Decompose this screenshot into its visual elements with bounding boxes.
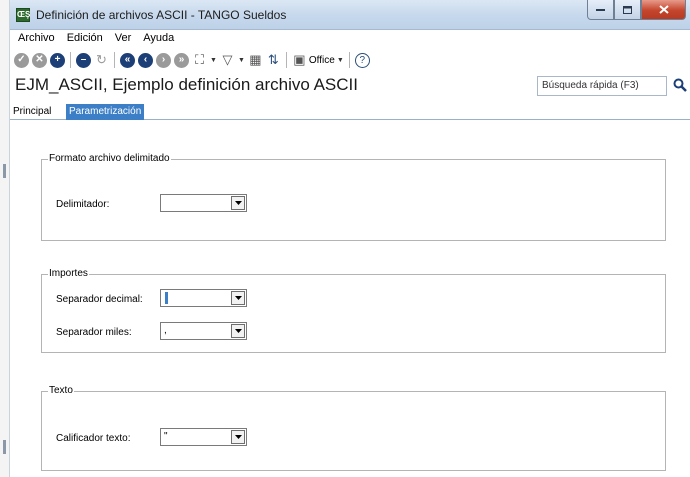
app-logo-icon: ŒŞ: [16, 8, 30, 22]
group-formato-delimitado: Formato archivo delimitado Delimitador:: [41, 153, 666, 241]
calificador-texto-select[interactable]: ": [160, 428, 247, 446]
separador-miles-label: Separador miles:: [56, 327, 132, 338]
remove-icon[interactable]: –: [76, 52, 91, 68]
search-icon[interactable]: [673, 78, 687, 92]
first-icon[interactable]: «: [120, 52, 135, 68]
filter-icon[interactable]: ▽: [220, 52, 235, 68]
menu-bar: Archivo Edición Ver Ayuda: [10, 32, 174, 48]
calificador-texto-label: Calificador texto:: [56, 433, 131, 444]
text-caret: [165, 292, 168, 304]
close-icon: [658, 5, 669, 14]
background-window-edge: [0, 0, 10, 477]
help-icon[interactable]: ?: [354, 52, 370, 68]
check-icon[interactable]: ✓: [14, 52, 29, 68]
next-icon[interactable]: ›: [156, 52, 171, 68]
delimitador-select[interactable]: [160, 194, 247, 212]
grid-icon[interactable]: ▦: [248, 52, 263, 68]
group-title: Formato archivo delimitado: [48, 153, 171, 164]
office-label: Office: [308, 54, 335, 66]
quick-search-input[interactable]: Búsqueda rápida (F3): [537, 76, 667, 96]
group-importes: Importes Separador decimal: Separador mi…: [41, 268, 666, 353]
chevron-down-icon[interactable]: [231, 324, 245, 338]
window-controls: [587, 0, 686, 20]
page-title: EJM_ASCII, Ejemplo definición archivo AS…: [15, 75, 358, 94]
toolbar-separator: [70, 52, 71, 68]
menu-archivo[interactable]: Archivo: [18, 32, 55, 48]
close-button[interactable]: [641, 0, 686, 20]
add-icon[interactable]: +: [50, 52, 65, 68]
tab-parametrizacion[interactable]: Parametrización: [66, 104, 145, 120]
minimize-icon: [596, 9, 605, 11]
minimize-button[interactable]: [587, 0, 614, 20]
refresh-icon[interactable]: ↻: [94, 52, 109, 68]
form-content: Formato archivo delimitado Delimitador: …: [10, 121, 690, 477]
separador-miles-select[interactable]: ,: [160, 322, 247, 340]
window-title: Definición de archivos ASCII - TANGO Sue…: [36, 8, 287, 22]
last-icon[interactable]: »: [174, 52, 189, 68]
edge-marker: [3, 440, 6, 454]
separador-decimal-label: Separador decimal:: [56, 294, 143, 305]
edge-marker: [3, 164, 6, 178]
app-window: ŒŞ Definición de archivos ASCII - TANGO …: [10, 0, 690, 477]
chevron-down-icon[interactable]: [231, 430, 245, 444]
group-title: Importes: [48, 268, 89, 279]
toolbar-separator: [114, 52, 115, 68]
tab-bar: Principal Parametrización: [10, 104, 690, 120]
chevron-down-icon[interactable]: ▼: [238, 57, 245, 64]
maximize-icon: [623, 5, 632, 14]
chevron-down-icon: ▼: [336, 56, 344, 64]
toolbar: ✓ ✕ + – ↻ « ‹ › » ⛶ ▼ ▽ ▼ ▦ ⇅ ▣ Office ▼…: [14, 50, 370, 70]
separador-miles-value: ,: [164, 325, 167, 336]
calificador-texto-value: ": [164, 431, 168, 442]
maximize-button[interactable]: [614, 0, 641, 20]
sort-icon[interactable]: ⇅: [266, 52, 281, 68]
chevron-down-icon[interactable]: [231, 196, 245, 210]
tab-principal[interactable]: Principal: [10, 104, 54, 120]
office-button[interactable]: ▣ Office ▼: [292, 52, 344, 68]
previous-icon[interactable]: ‹: [138, 52, 153, 68]
toolbar-separator: [285, 52, 287, 68]
chevron-down-icon[interactable]: ▼: [210, 57, 217, 64]
menu-ayuda[interactable]: Ayuda: [143, 32, 174, 48]
menu-ver[interactable]: Ver: [115, 32, 132, 48]
menu-edicion[interactable]: Edición: [67, 32, 103, 48]
toolbar-separator: [348, 52, 350, 68]
office-icon: ▣: [293, 52, 306, 67]
title-bar[interactable]: ŒŞ Definición de archivos ASCII - TANGO …: [10, 0, 690, 30]
group-title: Texto: [48, 385, 74, 396]
cancel-icon[interactable]: ✕: [32, 52, 47, 68]
group-texto: Texto Calificador texto: ": [41, 385, 666, 471]
binoculars-icon[interactable]: ⛶: [192, 52, 207, 68]
chevron-down-icon[interactable]: [231, 291, 245, 305]
separador-decimal-select[interactable]: [160, 289, 247, 307]
delimitador-label: Delimitador:: [56, 199, 110, 210]
